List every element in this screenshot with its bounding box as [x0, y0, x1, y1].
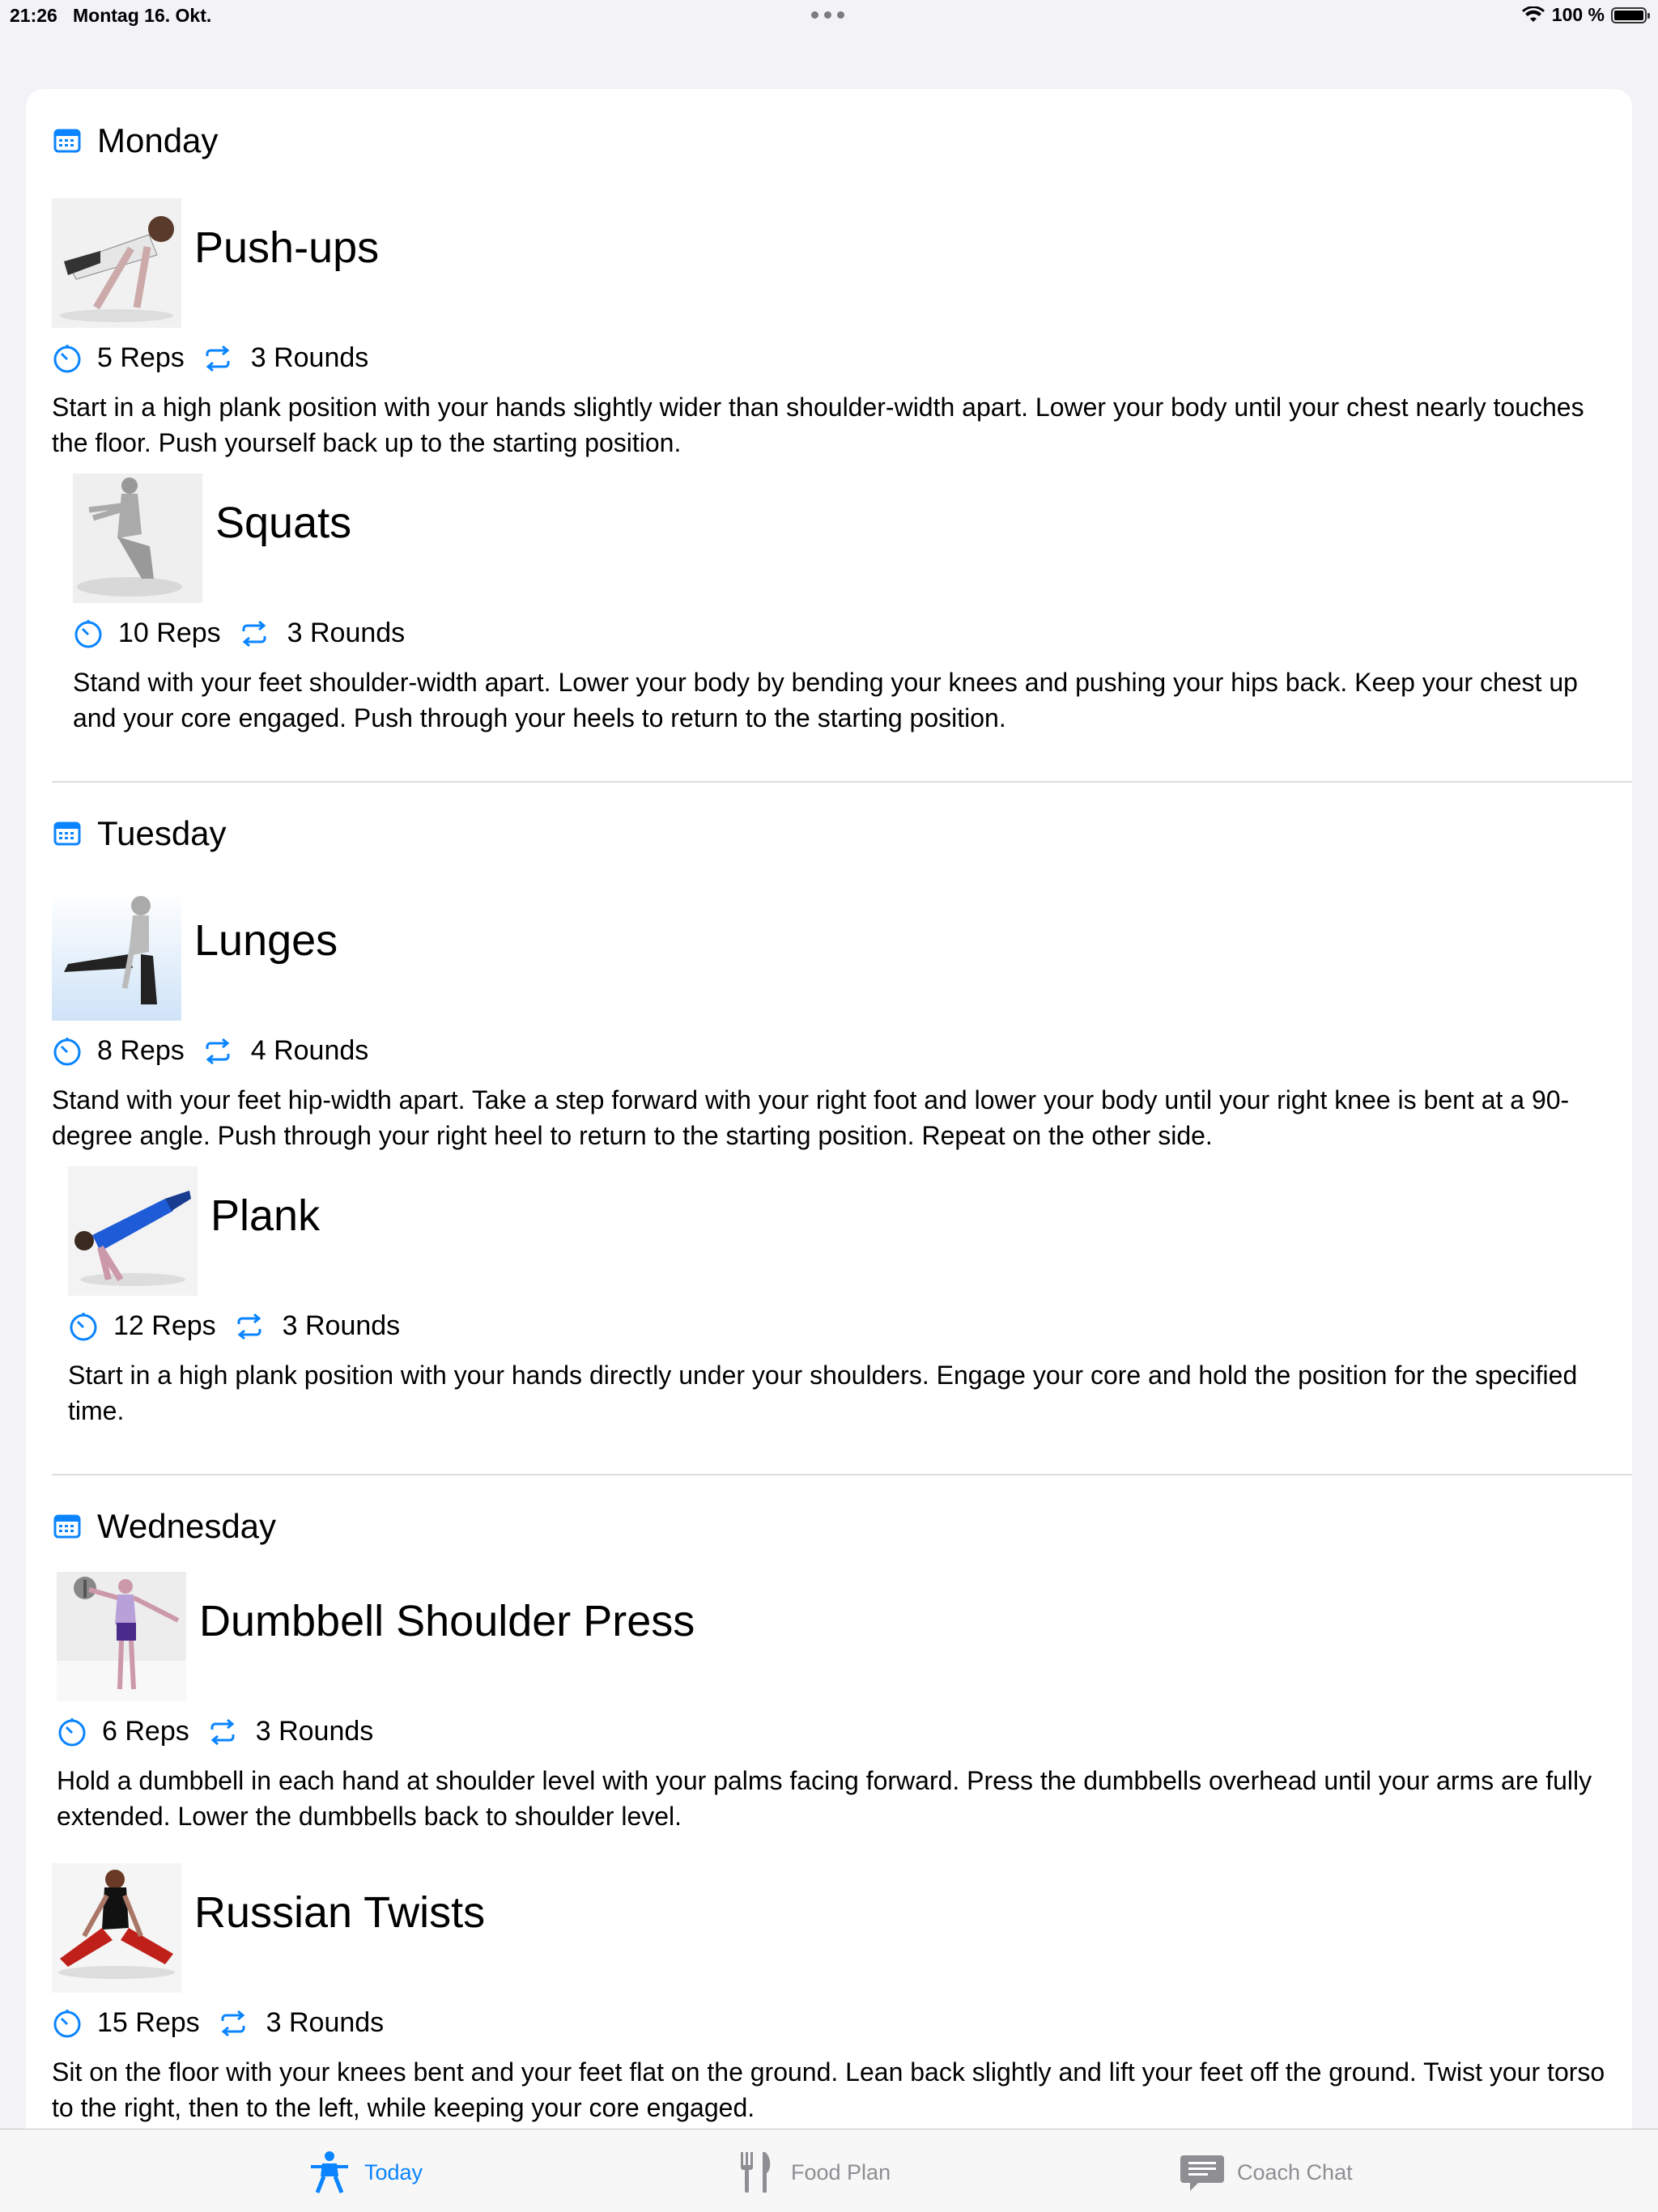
exercise-image	[57, 1572, 186, 1701]
exercise-meta: 15 Reps 3 Rounds	[52, 2007, 384, 2039]
day-header: Wednesday	[53, 1507, 276, 1546]
status-time: 21:26 Montag 16. Okt.	[10, 5, 212, 26]
status-bar: 21:26 Montag 16. Okt. 100 %	[0, 0, 1658, 36]
timer-icon	[53, 1037, 81, 1065]
status-date: Montag 16. Okt.	[73, 5, 212, 26]
rounds-label: 3 Rounds	[287, 618, 406, 648]
rounds-label: 3 Rounds	[255, 1716, 374, 1747]
exercise-name: Push-ups	[194, 223, 380, 272]
section-divider	[52, 781, 1632, 783]
calendar-icon	[53, 822, 81, 846]
reps-label: 6 Reps	[102, 1716, 189, 1747]
exercise-name: Squats	[215, 499, 352, 547]
exercise-description: Stand with your feet shoulder-width apar…	[73, 668, 1578, 732]
repeat-icon	[237, 1313, 261, 1340]
exercise-name: Russian Twists	[194, 1888, 486, 1937]
reps-label: 15 Reps	[97, 2007, 200, 2038]
reps-label: 12 Reps	[113, 1310, 216, 1341]
exercise-description: Sit on the floor with your knees bent an…	[52, 2057, 1605, 2122]
chat-bubble-icon	[1180, 2155, 1224, 2191]
tab-label: Coach Chat	[1237, 2159, 1353, 2184]
repeat-icon	[242, 620, 266, 647]
exercise-name: Plank	[210, 1191, 321, 1240]
tab-label: Today	[364, 2159, 423, 2184]
repeat-icon	[210, 1718, 235, 1745]
exercise-name: Lunges	[194, 916, 338, 965]
day-header: Tuesday	[53, 814, 227, 853]
rounds-label: 3 Rounds	[266, 2007, 385, 2038]
repeat-icon	[221, 2010, 245, 2036]
reps-label: 5 Reps	[97, 342, 185, 373]
fork-knife-icon	[741, 2152, 771, 2193]
section-divider	[52, 1474, 1632, 1475]
rounds-label: 3 Rounds	[282, 1310, 401, 1341]
tab-label: Food Plan	[791, 2159, 891, 2184]
exercise-image	[52, 198, 181, 328]
multitasking-dots-icon[interactable]	[811, 11, 844, 19]
exercise-item[interactable]: Dumbbell Shoulder Press 6 Reps 3 Rounds …	[57, 1572, 1623, 1896]
exercise-meta: 10 Reps 3 Rounds	[73, 618, 405, 649]
tab-bar: Today Food Plan Coach Chat	[0, 2129, 1658, 2212]
exercise-description: Start in a high plank position with your…	[52, 393, 1584, 457]
exercise-meta: 5 Reps 3 Rounds	[52, 342, 368, 374]
day-label: Tuesday	[97, 814, 227, 852]
tab-coach-chat[interactable]: Coach Chat	[1179, 2149, 1353, 2196]
tab-today[interactable]: Today	[306, 2149, 423, 2196]
reps-label: 8 Reps	[97, 1035, 185, 1066]
timer-icon	[74, 619, 102, 647]
exercise-meta: 12 Reps 3 Rounds	[68, 1310, 400, 1342]
exercise-image	[68, 1166, 198, 1296]
exercise-image	[52, 891, 181, 1021]
battery-icon	[1611, 6, 1650, 23]
day-label: Wednesday	[97, 1507, 277, 1545]
timer-icon	[58, 1717, 86, 1746]
exercise-description: Hold a dumbbell in each hand at shoulder…	[57, 1766, 1592, 1831]
exercise-meta: 6 Reps 3 Rounds	[57, 1716, 373, 1747]
rounds-label: 4 Rounds	[250, 1035, 369, 1066]
exercise-item[interactable]: Squats 10 Reps 3 Rounds Stand with your …	[73, 473, 1623, 813]
figure-run-icon	[311, 2151, 348, 2193]
timer-icon	[53, 344, 81, 372]
exercise-item[interactable]: Russian Twists 15 Reps 3 Rounds Sit on t…	[52, 1863, 1622, 2129]
reps-label: 10 Reps	[118, 618, 221, 648]
exercise-description: Start in a high plank position with your…	[68, 1361, 1578, 1425]
workout-plan-list[interactable]: Monday Push-ups 5 Reps 3 Rounds Start in…	[26, 89, 1632, 2129]
battery-percent: 100 %	[1551, 4, 1605, 25]
timer-icon	[53, 2009, 81, 2037]
exercise-image	[73, 473, 202, 603]
calendar-icon	[53, 129, 81, 153]
day-label: Monday	[97, 121, 219, 159]
day-header: Monday	[53, 121, 218, 160]
timer-icon	[70, 1312, 97, 1340]
exercise-name: Dumbbell Shoulder Press	[199, 1597, 695, 1645]
calendar-icon	[53, 1514, 81, 1539]
tab-food-plan[interactable]: Food Plan	[733, 2149, 891, 2196]
exercise-description: Stand with your feet hip-width apart. Ta…	[52, 1085, 1570, 1150]
repeat-icon	[206, 345, 230, 371]
repeat-icon	[206, 1038, 230, 1064]
wifi-icon	[1521, 6, 1545, 22]
rounds-label: 3 Rounds	[250, 342, 369, 373]
exercise-item[interactable]: Plank 12 Reps 3 Rounds Start in a high p…	[68, 1166, 1622, 1490]
exercise-meta: 8 Reps 4 Rounds	[52, 1035, 368, 1067]
exercise-image	[52, 1863, 181, 1993]
